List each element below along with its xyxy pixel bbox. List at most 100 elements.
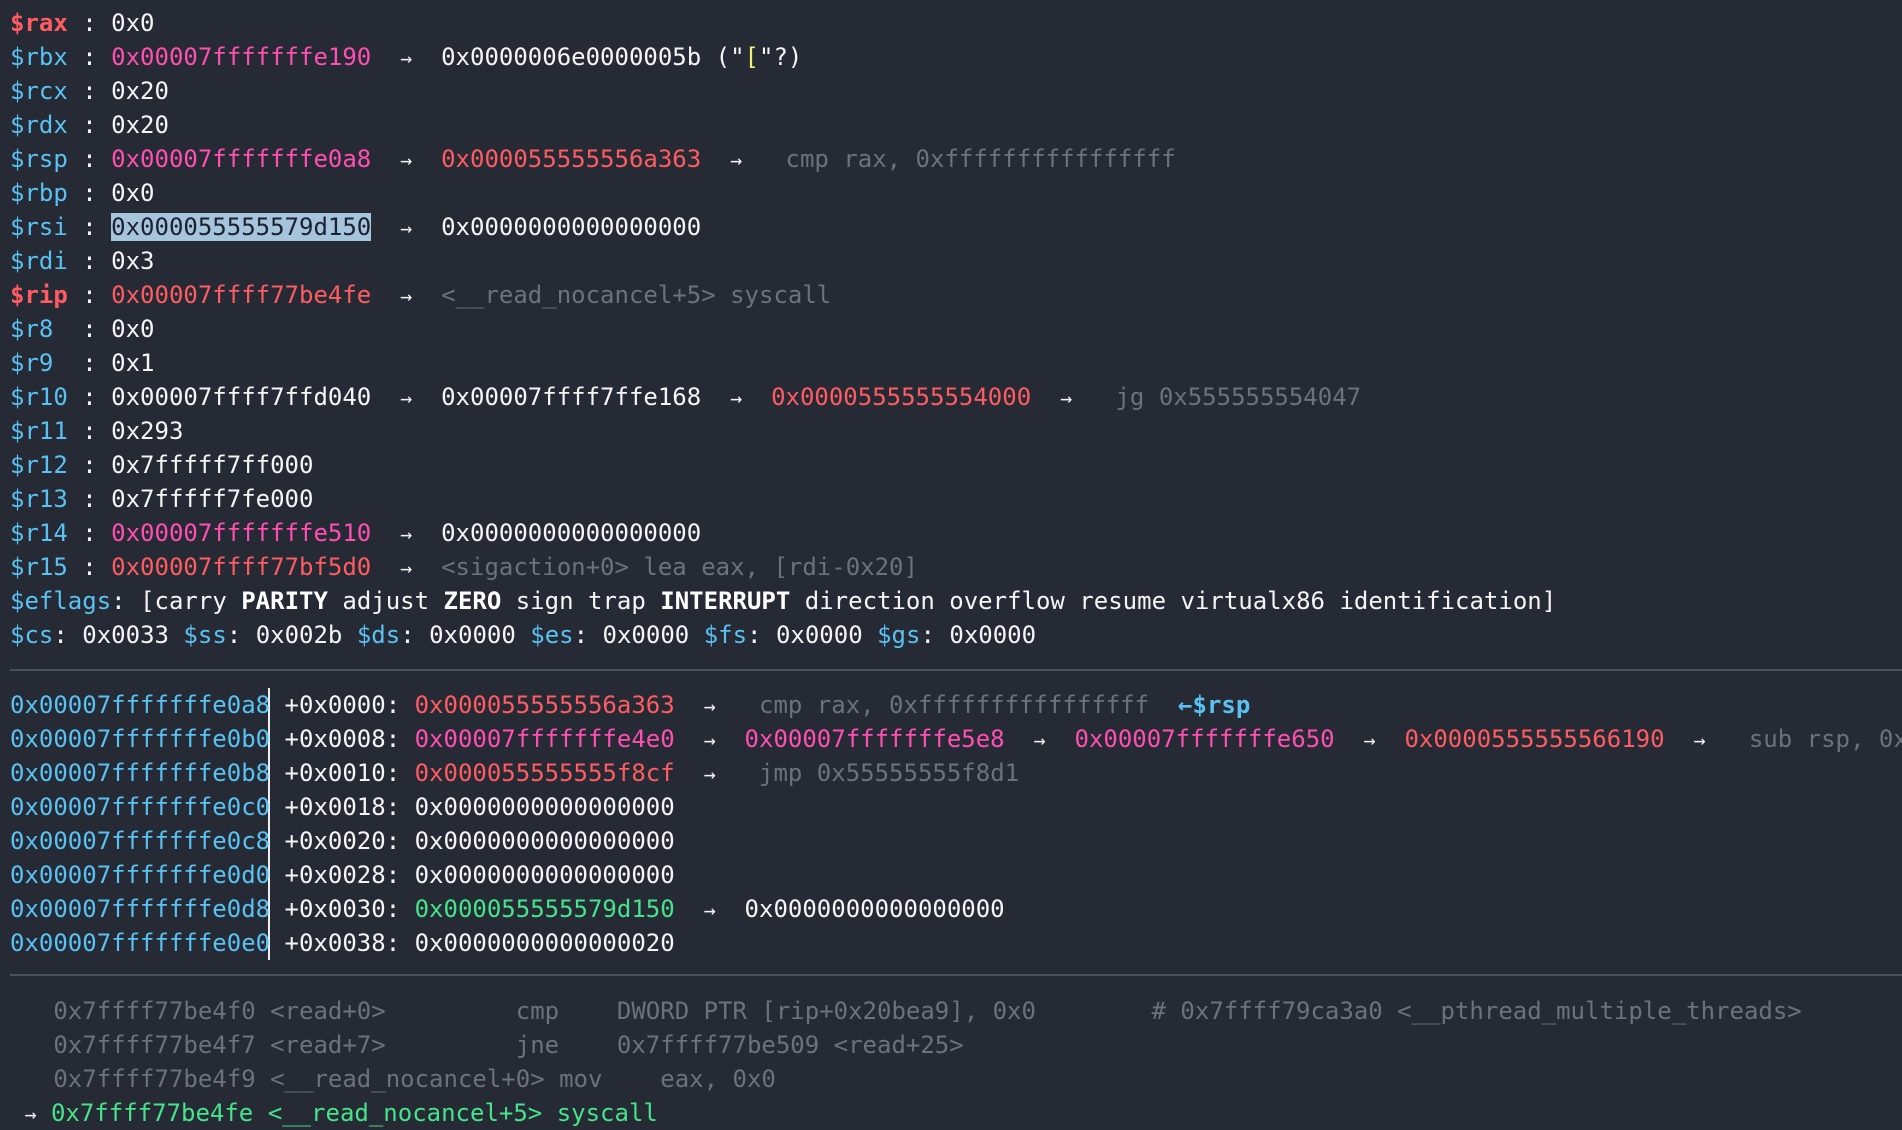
flag-sign: sign [515,587,574,615]
stack-address[interactable]: 0x00007fffffffe0b8 [10,759,270,787]
register-value[interactable]: 0x00007fffffffe510 [111,519,371,547]
register-name: $rax [10,9,68,37]
stack-row: 0x00007fffffffe0b0 +0x0008: 0x00007fffff… [10,722,1902,756]
deref-value: 0x0000000000000000 [441,519,702,547]
register-value[interactable]: 0x0 [111,315,154,343]
register-value[interactable]: 0x3 [111,247,154,275]
register-value[interactable]: 0x00007fffffffe190 [111,43,371,71]
stack-address[interactable]: 0x00007fffffffe0c8 [10,827,270,855]
register-value[interactable]: 0x20 [111,111,169,139]
stack-value[interactable]: 0x0000000000000000 [415,827,675,855]
code-address[interactable]: 0x7ffff77be4f9 [53,1065,255,1093]
stack-value[interactable]: 0x0000000000000000 [415,861,675,889]
register-row-rcx: $rcx : 0x20 [10,74,169,108]
deref-value[interactable]: 0x000055555556a363 [441,145,701,173]
stack-row: 0x00007fffffffe0e0 +0x0038: 0x0000000000… [10,926,675,960]
stack-address[interactable]: 0x00007fffffffe0d8 [10,895,270,923]
deref-value-2[interactable]: 0x0000555555554000 [771,383,1031,411]
instruction-text: jmp 0x55555555f8d1 [759,759,1020,787]
separator: : [67,247,112,275]
segment-value[interactable]: 0x0000 [776,621,863,649]
register-value[interactable]: 0x20 [111,77,169,105]
segment-value[interactable]: 0x0033 [82,621,169,649]
register-value[interactable]: 0x00007ffff7ffd040 [111,383,371,411]
stack-address[interactable]: 0x00007fffffffe0e0 [10,929,270,957]
register-name: $rbx [10,43,68,71]
register-value[interactable]: 0x1 [111,349,154,377]
register-row-rax: $rax : 0x0 [10,6,155,40]
register-name: $rip [10,281,68,309]
register-row-rbp: $rbp : 0x0 [10,176,155,210]
stack-address[interactable]: 0x00007fffffffe0a8 [10,691,270,719]
separator: : [67,349,112,377]
stack-address[interactable]: 0x00007fffffffe0b0 [10,725,270,753]
register-row-rip: $rip : 0x00007ffff77be4fe → <__read_noca… [10,278,831,312]
separator: : [920,621,950,649]
stack-address[interactable]: 0x00007fffffffe0c0 [10,793,270,821]
stack-offset: +0x0020: [284,827,415,855]
code-address[interactable]: 0x7ffff77be4f0 [53,997,255,1025]
segment-value[interactable]: 0x0000 [603,621,690,649]
register-row-r12: $r12 : 0x7fffff7ff000 [10,448,313,482]
register-value[interactable]: 0x293 [111,417,183,445]
stack-value[interactable]: 0x000055555556a363 [415,691,675,719]
deref-value: 0x0000006e0000005b (" [441,43,745,71]
flag-parity-set: PARITY [241,587,328,615]
bracket-open: [ [140,587,155,615]
right-arrow-icon: → [730,148,743,172]
stack-value[interactable]: 0x000055555555f8cf [415,759,675,787]
register-value[interactable]: 0x00007ffff77bf5d0 [111,553,371,581]
right-arrow-icon: → [400,148,413,172]
stack-value[interactable]: 0x00007fffffffe4e0 [415,725,675,753]
register-name: $r15 [10,553,68,581]
stack-offset: +0x0038: [284,929,415,957]
segment-value[interactable]: 0x002b [256,621,343,649]
segment-value[interactable]: 0x0000 [429,621,516,649]
register-value[interactable]: 0x00007fffffffe0a8 [111,145,371,173]
deref-value-2[interactable]: 0x00007fffffffe650 [1075,725,1335,753]
right-arrow-icon: → [1363,728,1376,752]
register-value[interactable]: 0x7fffff7fe000 [111,485,313,513]
code-row: 0x7ffff77be4f0 <read+0> cmp DWORD PTR [r… [10,994,1801,1028]
stack-row: 0x00007fffffffe0c0 +0x0018: 0x0000000000… [10,790,675,824]
register-name: $r10 [10,383,68,411]
register-value[interactable]: 0x0 [111,179,154,207]
separator: : [67,179,112,207]
register-name: $rcx [10,77,68,105]
stack-offset: +0x0030: [284,895,415,923]
register-value[interactable]: 0x0 [111,9,154,37]
bracket-close: ] [1541,587,1557,615]
stack-offset: +0x0000: [284,691,415,719]
right-arrow-icon: → [400,522,413,546]
register-value[interactable]: 0x7fffff7ff000 [111,451,313,479]
separator: : [67,9,112,37]
stack-offset: +0x0010: [284,759,415,787]
deref-value-3[interactable]: 0x0000555555566190 [1404,725,1664,753]
code-address[interactable]: 0x7ffff77be4f7 [53,1031,255,1059]
register-value[interactable]: 0x00007ffff77be4fe [111,281,371,309]
register-value-selected[interactable]: 0x000055555579d150 [111,213,372,241]
register-name: $r14 [10,519,68,547]
code-address[interactable]: 0x7ffff77be4fe [51,1099,253,1127]
stack-value[interactable]: 0x0000000000000000 [415,793,675,821]
separator: : [53,621,83,649]
register-name: $rdi [10,247,68,275]
segment-value[interactable]: 0x0000 [949,621,1036,649]
deref-value[interactable]: 0x00007fffffffe5e8 [745,725,1005,753]
stack-address[interactable]: 0x00007fffffffe0d0 [10,861,270,889]
right-arrow-icon: → [1693,728,1706,752]
right-arrow-icon: → [400,216,413,240]
code-symbol: <__read_nocancel+5> [267,1099,543,1127]
register-name: $r12 [10,451,68,479]
stack-value[interactable]: 0x000055555579d150 [415,895,675,923]
segment-name: $es [530,621,574,649]
stack-value[interactable]: 0x0000000000000020 [415,929,675,957]
stack-row: 0x00007fffffffe0a8 +0x0000: 0x0000555555… [10,688,1250,722]
flag-adjust: adjust [342,587,430,615]
code-mnemonic: mov [559,1065,603,1093]
instruction-text: <__read_nocancel+5> syscall [441,281,832,309]
separator: : [400,621,430,649]
code-operands: eax, 0x0 [660,1065,776,1093]
right-arrow-icon: → [703,694,716,718]
stack-row: 0x00007fffffffe0d8 +0x0030: 0x0000555555… [10,892,1005,926]
